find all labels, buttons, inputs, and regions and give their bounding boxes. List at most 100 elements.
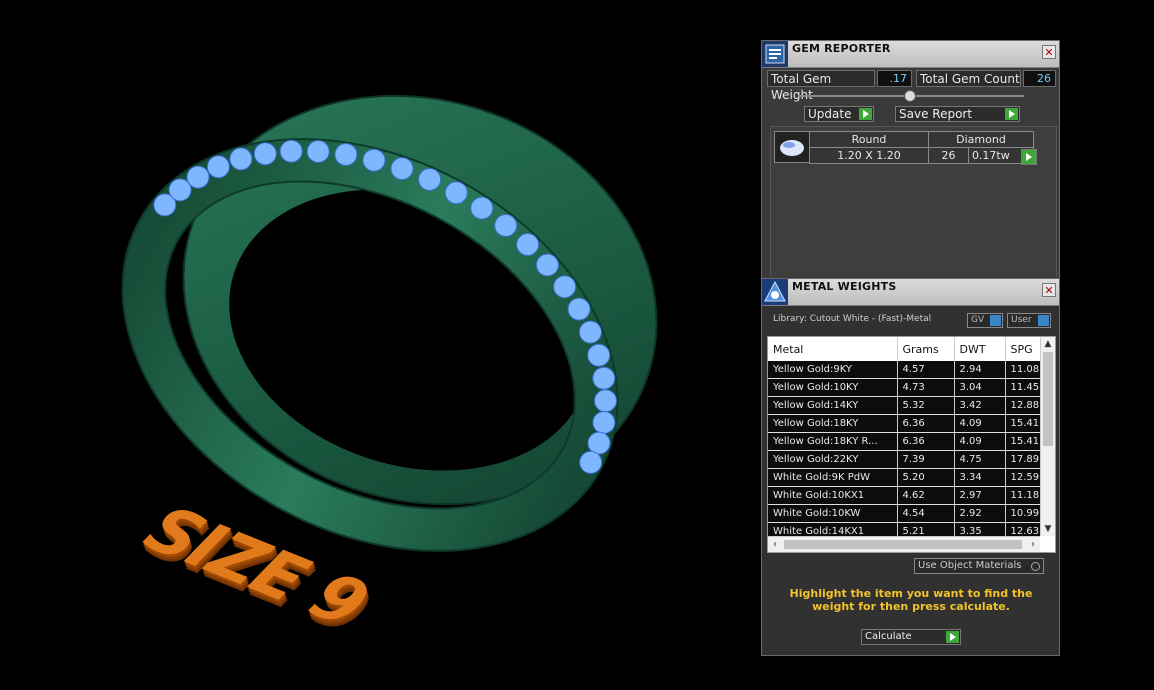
user-toggle-label: User (1011, 315, 1032, 325)
metal-table-container[interactable]: Metal Grams DWT SPG Yellow Gold:9KY 4.57 2… (767, 336, 1056, 553)
gem-table: Round Diamond 1.20 X 1.20 26 0.17tw (809, 131, 1035, 164)
use-object-materials-toggle[interactable]: Use Object Materials (914, 558, 1044, 574)
table-row[interactable]: Yellow Gold:10KY 4.73 3.04 11.45 (768, 378, 1040, 397)
grams-value: 6.36 (897, 432, 955, 451)
metal-name: Yellow Gold:22KY (768, 450, 898, 469)
h-scrollbar-thumb[interactable] (784, 540, 1022, 549)
dwt-value: 4.75 (954, 450, 1006, 469)
total-gem-count-value: 26 (1023, 70, 1056, 87)
metal-weights-title: METAL WEIGHTS (792, 280, 897, 293)
chevron-up-icon[interactable]: ▲ (1041, 337, 1055, 351)
grams-value: 5.20 (897, 468, 955, 487)
col-dwt[interactable]: DWT (954, 337, 1006, 361)
calculate-button[interactable]: Calculate (861, 629, 961, 645)
play-icon (1026, 153, 1032, 161)
grams-value: 5.21 (897, 522, 955, 536)
grams-value: 4.54 (897, 504, 955, 523)
metal-name: Yellow Gold:18KY R... (768, 432, 898, 451)
toggle-icon (1038, 315, 1049, 326)
save-report-button[interactable]: Save Report (895, 106, 1020, 122)
scrollbar-thumb[interactable] (1043, 352, 1053, 446)
gem-stone (206, 155, 230, 179)
spg-value: 17.89 (1005, 450, 1040, 469)
metal-name: Yellow Gold:18KY (768, 414, 898, 433)
gem-stone (470, 196, 494, 220)
metal-name: White Gold:10KX1 (768, 486, 898, 505)
table-row[interactable]: White Gold:14KX1 5.21 3.35 12.63 (768, 522, 1040, 536)
table-row[interactable]: Yellow Gold:9KY 4.57 2.94 11.08 (768, 361, 1040, 379)
grams-value: 4.62 (897, 486, 955, 505)
use-object-materials-label: Use Object Materials (918, 560, 1022, 571)
spg-value: 15.41 (1005, 414, 1040, 433)
table-row[interactable]: White Gold:10KX1 4.62 2.97 11.18 (768, 486, 1040, 505)
col-spg[interactable]: SPG (1005, 337, 1040, 361)
chevron-left-icon[interactable]: ‹ (768, 537, 782, 552)
table-row[interactable]: Yellow Gold:18KY R... 6.36 4.09 15.41 (768, 432, 1040, 451)
metal-weights-titlebar[interactable]: METAL WEIGHTS ✕ (762, 279, 1059, 306)
user-toggle[interactable]: User (1007, 313, 1051, 328)
gem-stone (578, 320, 602, 344)
gem-stone (516, 233, 540, 256)
gem-reporter-titlebar[interactable]: GEM REPORTER ✕ (762, 41, 1059, 68)
metal-weights-panel: METAL WEIGHTS ✕ Library: Cutout White - … (761, 278, 1060, 656)
chevron-right-icon[interactable]: › (1026, 537, 1040, 552)
spg-value: 11.18 (1005, 486, 1040, 505)
gem-stone (229, 147, 253, 171)
gem-row-go-button[interactable] (1021, 149, 1037, 165)
update-button[interactable]: Update (804, 106, 874, 122)
gem-reporter-panel: GEM REPORTER ✕ Total Gem Weight .17 Tota… (761, 40, 1060, 280)
table-row[interactable]: Yellow Gold:14KY 5.32 3.42 12.88 (768, 396, 1040, 415)
horizontal-scrollbar[interactable]: ‹ › (768, 536, 1040, 552)
grams-value: 5.32 (897, 396, 955, 415)
metal-name: White Gold:14KX1 (768, 522, 898, 536)
grams-value: 4.73 (897, 378, 955, 397)
close-icon[interactable]: ✕ (1042, 283, 1056, 297)
gem-shape: Round (809, 131, 929, 148)
gv-toggle[interactable]: GV (967, 313, 1003, 328)
vertical-scrollbar[interactable]: ▲ ▼ (1040, 337, 1055, 536)
3d-viewport[interactable]: SIZE 9 (0, 0, 760, 686)
slider-handle-icon[interactable] (904, 90, 916, 102)
gem-stone (444, 181, 468, 205)
total-gem-weight-value: .17 (877, 70, 912, 87)
play-icon (946, 631, 959, 643)
gem-stone (535, 253, 559, 277)
dwt-value: 3.42 (954, 396, 1006, 415)
gem-stone (362, 148, 386, 172)
table-row[interactable]: White Gold:9K PdW 5.20 3.34 12.59 (768, 468, 1040, 487)
spg-value: 12.63 (1005, 522, 1040, 536)
play-icon (859, 108, 872, 120)
grams-value: 6.36 (897, 414, 955, 433)
chevron-down-icon[interactable]: ▼ (1041, 522, 1055, 536)
table-row[interactable]: Yellow Gold:18KY 6.36 4.09 15.41 (768, 414, 1040, 433)
library-label: Library: Cutout White - (Fast)-Metal (773, 314, 932, 324)
panel-resize-slider[interactable] (798, 90, 1024, 102)
gem-stone (587, 431, 611, 455)
gem-stone (592, 411, 616, 434)
gem-reporter-icon (762, 41, 788, 67)
col-grams[interactable]: Grams (897, 337, 955, 361)
play-icon (1005, 108, 1018, 120)
gv-toggle-label: GV (971, 315, 985, 325)
dwt-value: 3.34 (954, 468, 1006, 487)
col-metal[interactable]: Metal (768, 337, 898, 361)
gem-stone (594, 389, 617, 413)
grams-value: 7.39 (897, 450, 955, 469)
metal-name: Yellow Gold:14KY (768, 396, 898, 415)
metal-table-header: Metal Grams DWT SPG (768, 337, 1040, 361)
table-row[interactable]: White Gold:10KW 4.54 2.92 10.99 (768, 504, 1040, 523)
metal-name: White Gold:10KW (768, 504, 898, 523)
gem-thumbnail[interactable] (774, 131, 810, 163)
table-row[interactable]: Yellow Gold:22KY 7.39 4.75 17.89 (768, 450, 1040, 469)
spg-value: 10.99 (1005, 504, 1040, 523)
metal-name: Yellow Gold:9KY (768, 361, 898, 379)
save-report-button-label: Save Report (899, 107, 973, 121)
gem-stone (587, 343, 611, 367)
ring-render (121, 94, 658, 552)
dwt-value: 2.92 (954, 504, 1006, 523)
close-icon[interactable]: ✕ (1042, 45, 1056, 59)
dwt-value: 2.97 (954, 486, 1006, 505)
spg-value: 11.45 (1005, 378, 1040, 397)
gem-reporter-title: GEM REPORTER (792, 42, 891, 55)
dwt-value: 3.35 (954, 522, 1006, 536)
